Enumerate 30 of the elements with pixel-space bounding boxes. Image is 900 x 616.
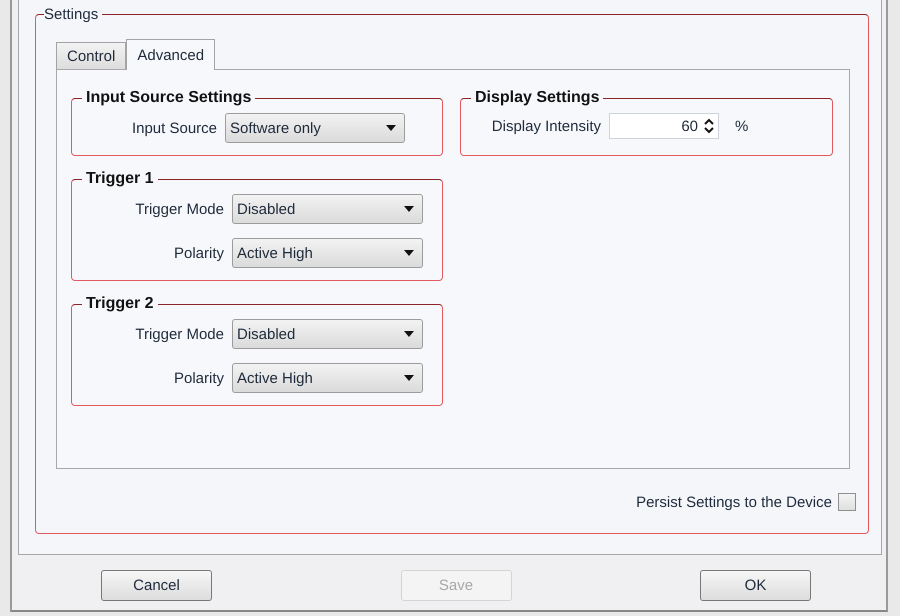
dialog-button[interactable]: Cancel: [101, 570, 212, 601]
spin-arrows-icon: [704, 118, 714, 134]
caret-icon: [404, 250, 414, 256]
group-title: Settings: [44, 6, 100, 23]
dialog-button[interactable]: OK: [700, 570, 811, 601]
tab[interactable]: Advanced: [126, 39, 216, 70]
dropdown[interactable]: Software only: [225, 113, 405, 143]
tab[interactable]: Control: [56, 42, 126, 69]
field-label: Polarity: [172, 244, 224, 262]
dropdown[interactable]: Disabled: [232, 194, 423, 224]
spinner-field[interactable]: 60: [609, 113, 719, 139]
caret-icon: [404, 206, 414, 212]
caret-icon: [404, 375, 414, 381]
group-title: Trigger 2: [85, 295, 155, 313]
unit-label: %: [735, 118, 748, 134]
field-label: Input Source: [130, 120, 217, 136]
checkbox-label: Persist Settings to the Device: [636, 494, 832, 510]
field-label: Polarity: [172, 370, 224, 386]
field-label: Display Intensity: [490, 118, 601, 134]
group-title: Input Source Settings: [85, 89, 252, 107]
caret-icon: [386, 125, 396, 131]
checkbox[interactable]: [838, 493, 856, 511]
field-label: Trigger Mode: [134, 326, 224, 342]
group-title: Trigger 1: [85, 170, 155, 188]
dropdown[interactable]: Disabled: [232, 319, 423, 349]
group-title: Display Settings: [474, 89, 600, 107]
field-label: Trigger Mode: [134, 200, 224, 218]
dropdown[interactable]: Active High: [232, 238, 423, 268]
dropdown[interactable]: Active High: [232, 363, 423, 393]
caret-icon: [404, 331, 414, 337]
